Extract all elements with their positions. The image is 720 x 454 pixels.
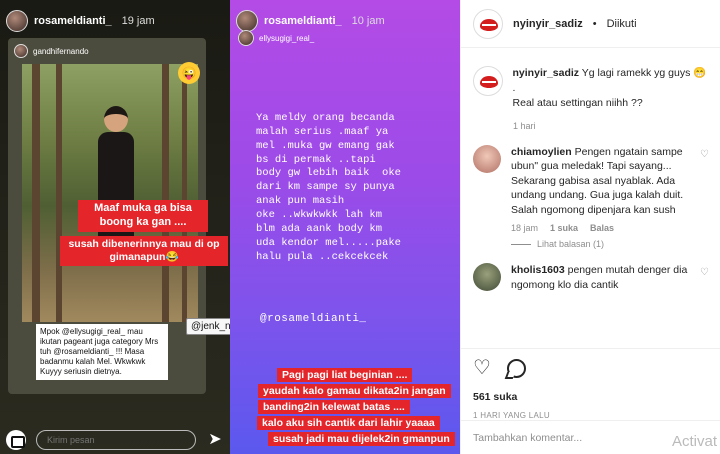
- repost-header: gandhifernando: [14, 44, 89, 58]
- story-text-line: halu pula ..cekcekcek: [256, 250, 389, 263]
- like-count[interactable]: 561 suka: [473, 391, 709, 403]
- send-icon[interactable]: ➤: [206, 431, 224, 449]
- avatar: [14, 44, 28, 58]
- comment-username[interactable]: kholis1603: [511, 264, 565, 276]
- comment-item: kholis1603 pengen mutah denger dia ngomo…: [473, 263, 709, 292]
- story-text-line: dari km sampe sy punya: [256, 181, 395, 194]
- tree-trunk: [56, 64, 62, 322]
- avatar: [236, 10, 258, 32]
- caption-red-line: kalo aku sih cantik dari lahir yaaaa: [257, 416, 440, 430]
- caption-line-3: Real atau settingan niihh ??: [512, 96, 643, 109]
- tree-trunk: [182, 64, 187, 322]
- mention-tag: @rosameldianti_: [260, 313, 367, 325]
- view-replies-label: Lihat balasan (1): [537, 239, 605, 250]
- add-comment-bar: Activat: [461, 420, 720, 454]
- post-header: nyinyir_sadiz • Diikuti: [461, 0, 720, 48]
- comment-bubble-icon[interactable]: [506, 358, 526, 378]
- caption-username[interactable]: nyinyir_sadiz: [513, 67, 580, 79]
- story-text-line: bs di permak ..tapi: [256, 153, 376, 166]
- story-text-line: Ya meldy orang becanda: [256, 112, 395, 124]
- separator-dot: •: [592, 17, 597, 30]
- comment-input[interactable]: [473, 431, 653, 444]
- post-media[interactable]: rosameldianti_ 19 jam gandhifernando 😜 M…: [0, 0, 460, 454]
- repost-username: ellysugigi_real_: [259, 33, 315, 43]
- woman-photo: [22, 64, 198, 322]
- story-time: 10 jam: [351, 15, 385, 27]
- comments-list[interactable]: nyinyir_sadiz Yg lagi ramekk yg guys 😁 .…: [461, 56, 720, 344]
- story-username: rosameldianti_: [264, 15, 342, 27]
- comment-age[interactable]: 18 jam: [511, 223, 538, 233]
- activate-watermark: Activat: [671, 433, 717, 450]
- avatar[interactable]: [473, 8, 503, 39]
- reply-button[interactable]: Balas: [590, 223, 614, 233]
- story-footer: ➤: [0, 426, 230, 454]
- story-text-line: blm ada aank body km: [256, 222, 383, 235]
- post-date[interactable]: 1 HARI YANG LALU: [473, 411, 709, 420]
- avatar[interactable]: [473, 66, 503, 96]
- post-username[interactable]: nyinyir_sadiz: [513, 18, 583, 30]
- avatar[interactable]: [473, 263, 501, 292]
- comment-likes[interactable]: 1 suka: [550, 223, 578, 233]
- story-screenshot-2: rosameldianti_ 10 jam ellysugigi_real_ Y…: [230, 0, 460, 454]
- caption-red-1: Maaf muka ga bisa boong ka gan ....: [78, 200, 208, 232]
- caption-red-2: susah dibenerinnya mau di op gimanapun😂: [60, 236, 228, 267]
- message-input[interactable]: [36, 430, 196, 450]
- story-header: rosameldianti_ 19 jam: [6, 10, 155, 32]
- follow-status-button[interactable]: Diikuti: [607, 18, 637, 30]
- caption-red-line: susah jadi mau dijelek2in gmanpun: [268, 432, 455, 446]
- avatar: [238, 30, 254, 46]
- comment-username[interactable]: chiamoylien: [511, 146, 572, 158]
- comment-item: chiamoylien Pengen ngatain sampe ubun" g…: [473, 144, 709, 217]
- camera-icon[interactable]: [6, 430, 26, 450]
- story-text-line: anak pun masih: [256, 195, 345, 208]
- caption-red-line: Pagi pagi liat beginian ....: [277, 368, 413, 382]
- caption-age[interactable]: 1 hari: [513, 121, 709, 131]
- caption-line-2: .: [512, 81, 516, 94]
- story-header: rosameldianti_ 10 jam: [236, 10, 385, 32]
- caption-line-1: Yg lagi ramekk yg guys 😁: [581, 67, 707, 79]
- like-comment-heart-icon[interactable]: ♡: [700, 149, 709, 160]
- post-caption: nyinyir_sadiz Yg lagi ramekk yg guys 😁 .…: [473, 66, 709, 111]
- caption-red-line: banding2in kelewat batas ....: [258, 400, 410, 414]
- story-text-line: body gw lebih baik oke: [256, 167, 401, 180]
- repost-header: ellysugigi_real_: [238, 30, 314, 46]
- mention-tag: @jenk_nyinyir: [186, 318, 230, 335]
- avatar[interactable]: [473, 144, 501, 173]
- tree-trunk: [162, 64, 169, 322]
- comment-meta: 18 jam 1 suka Balas: [511, 223, 709, 233]
- tree-trunk: [32, 64, 40, 322]
- post-sidebar: nyinyir_sadiz • Diikuti nyinyir_sadiz Yg…: [460, 0, 720, 454]
- story-text-line: oke ..wkwkwkk lah km: [256, 209, 383, 222]
- story-username: rosameldianti_: [34, 15, 112, 27]
- caption-red-line: yaudah kalo gamau dikata2in jangan: [258, 384, 451, 398]
- story-time: 19 jam: [121, 15, 155, 27]
- lips-logo-icon: [480, 76, 498, 88]
- story-text-line: uda kendor mel.....pake: [256, 236, 401, 249]
- story-text-line: mel .muka gw emang gak: [256, 139, 395, 152]
- post-actions: ♡ 561 suka 1 HARI YANG LALU: [461, 348, 720, 420]
- wink-emoji-icon: 😜: [178, 62, 200, 84]
- heart-icon[interactable]: ♡: [473, 358, 491, 378]
- repost-username: gandhifernando: [33, 46, 89, 56]
- story-note: Mpok @ellysugigi_real_ mau ikutan pagean…: [36, 324, 168, 380]
- avatar: [6, 10, 28, 32]
- story-text-line: malah serius .maaf ya: [256, 125, 389, 138]
- lips-logo-icon: [480, 18, 498, 31]
- like-comment-heart-icon[interactable]: ♡: [700, 267, 709, 278]
- story-text: Ya meldy orang becanda malah serius .maa…: [256, 112, 456, 264]
- view-replies-button[interactable]: Lihat balasan (1): [511, 239, 709, 249]
- story-screenshot-1: rosameldianti_ 19 jam gandhifernando 😜 M…: [0, 0, 230, 454]
